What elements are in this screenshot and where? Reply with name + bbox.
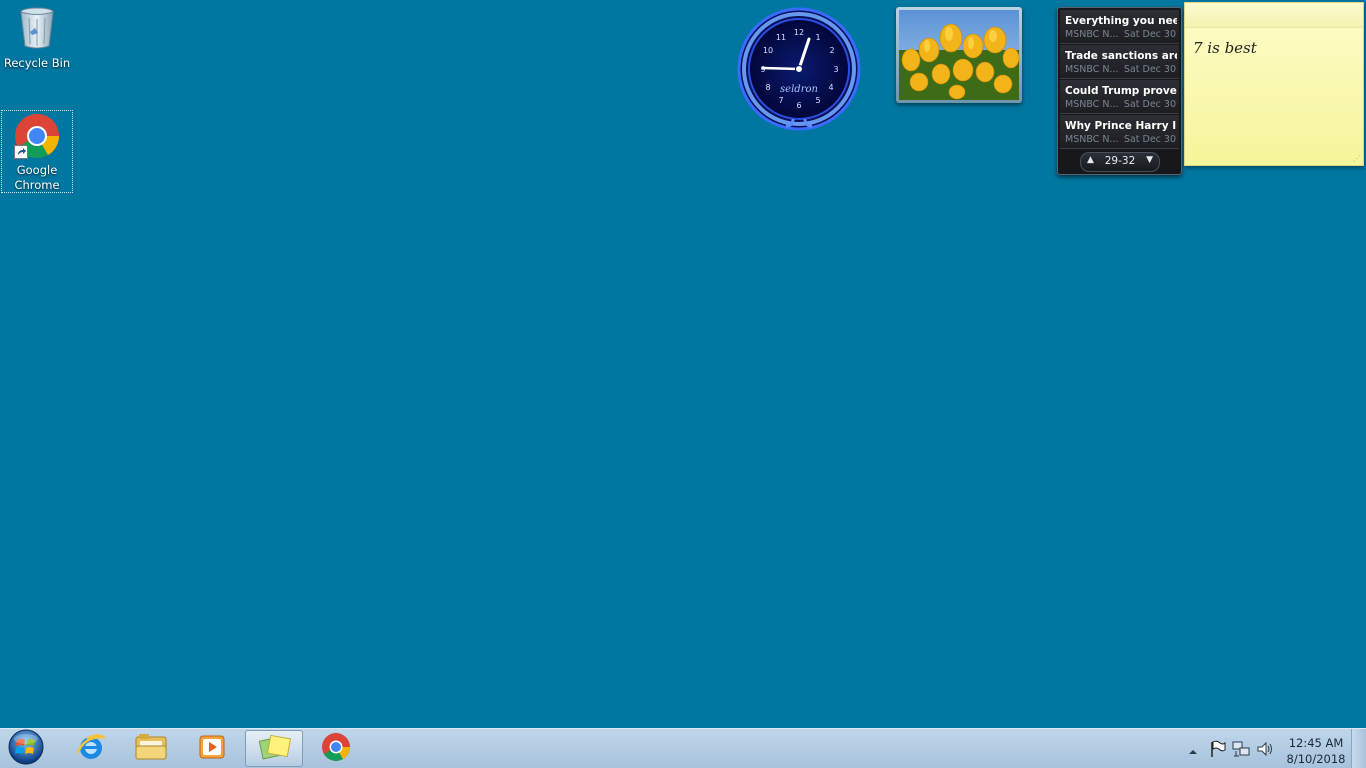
feed-item-title: Trade sanctions are ... [1065,50,1177,62]
feed-item-date: Sat Dec 30 [1123,29,1176,40]
svg-text:4: 4 [828,83,833,92]
taskbar-date: 8/10/2018 [1286,752,1346,766]
sticky-note-title-bar[interactable] [1185,3,1363,28]
feed-item-source: MSNBC N... [1065,64,1119,75]
show-desktop-button[interactable] [1351,729,1366,768]
feed-item-title: Everything you need ... [1065,15,1177,27]
feed-next-icon[interactable]: ▼ [1146,155,1153,165]
chrome-icon [321,732,351,766]
feed-item[interactable]: Everything you need ... MSNBC N... Sat D… [1060,10,1179,44]
feed-item-date: Sat Dec 30 [1123,99,1176,110]
file-explorer-icon [134,732,168,766]
svg-text:3: 3 [833,65,838,74]
svg-text:10: 10 [763,46,773,55]
svg-text:1: 1 [815,33,820,42]
taskbar-internet-explorer[interactable] [62,730,120,767]
internet-explorer-icon [75,731,108,767]
volume-icon[interactable] [1256,740,1274,762]
sticky-notes-icon [257,733,291,765]
svg-text:8: 8 [765,83,770,92]
desktop[interactable]: { "desktop": { "icons": [ {"label": "Rec… [0,0,1366,768]
taskbar: 12:45 AM 8/10/2018 [0,728,1366,768]
feed-item-title: Could Trump prove S... [1065,85,1177,97]
feed-item-date: Sat Dec 30 [1123,64,1176,75]
start-orb-icon [7,728,45,768]
slideshow-gadget[interactable] [896,7,1022,103]
feed-item-title: Why Prince Harry In... [1065,120,1177,132]
start-button[interactable] [2,728,50,768]
feed-item-date: Sat Dec 30 [1123,134,1176,145]
taskbar-time: 12:45 AM [1288,736,1344,750]
action-center-flag-icon[interactable] [1208,740,1226,762]
feed-item-source: MSNBC N... [1065,29,1119,40]
feed-item-source: MSNBC N... [1065,134,1119,145]
chrome-icon [2,113,72,161]
sticky-note-text[interactable]: 7 is best [1193,39,1257,57]
svg-text:9: 9 [760,65,765,74]
svg-text:5: 5 [815,96,820,105]
shortcut-arrow-icon [14,145,28,159]
desktop-icon-recycle-bin[interactable]: Recycle Bin [1,4,73,76]
svg-text:2: 2 [829,46,834,55]
taskbar-clock[interactable]: 12:45 AM 8/10/2018 [1284,735,1348,767]
feed-item[interactable]: Could Trump prove S... MSNBC N... Sat De… [1060,80,1179,114]
recycle-bin-label: Recycle Bin [3,56,71,70]
svg-text:7: 7 [778,96,783,105]
svg-text:12: 12 [794,28,804,37]
taskbar-file-explorer[interactable] [122,730,180,767]
sticky-note[interactable]: 7 is best ⋰ [1184,2,1364,166]
google-chrome-label: Google Chrome [14,163,60,192]
taskbar-google-chrome[interactable] [307,730,365,767]
clock-brand: seldron [780,84,818,95]
feed-headlines-gadget: Everything you need ... MSNBC N... Sat D… [1057,7,1182,175]
clock-gadget[interactable]: 12 1 2 345 678 9 10 11 seldron [736,6,862,132]
resize-grip-icon[interactable]: ⋰ [1353,154,1361,163]
recycle-bin-icon [17,7,57,53]
svg-text:11: 11 [776,33,786,42]
media-player-icon [197,732,227,766]
taskbar-sticky-notes[interactable] [245,730,303,767]
desktop-icon-google-chrome[interactable]: Google Chrome [1,110,73,193]
clock-minute-hand [761,66,801,71]
feed-item-source: MSNBC N... [1065,99,1119,110]
feed-pager: ▲ 29-32 ▼ [1080,152,1160,172]
network-icon[interactable] [1232,740,1250,762]
feed-item[interactable]: Why Prince Harry In... MSNBC N... Sat De… [1060,115,1179,149]
feed-item[interactable]: Trade sanctions are ... MSNBC N... Sat D… [1060,45,1179,79]
tulips-photo [899,10,1019,100]
show-hidden-icons-icon[interactable] [1188,742,1198,761]
taskbar-media-player[interactable] [183,730,241,767]
svg-text:6: 6 [796,101,801,110]
